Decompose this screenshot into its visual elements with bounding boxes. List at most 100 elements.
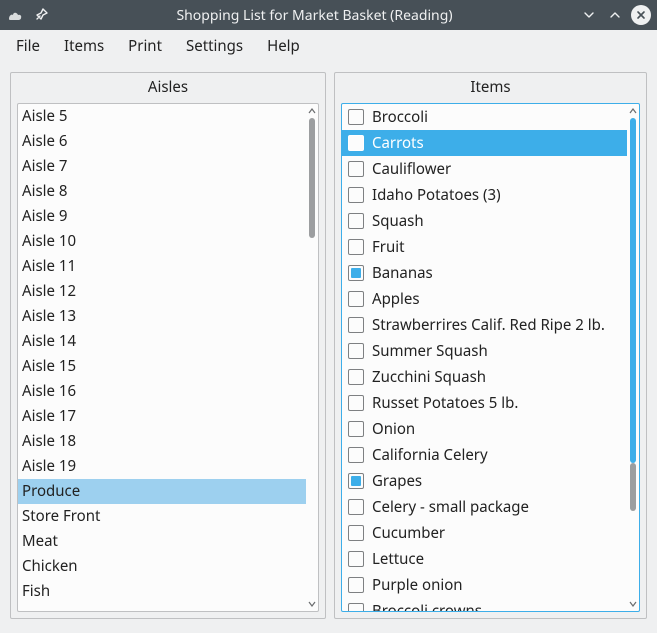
menubar: File Items Print Settings Help [0, 30, 657, 62]
scroll-up-icon[interactable] [627, 104, 639, 118]
item-checkbox[interactable] [348, 551, 364, 567]
item-row[interactable]: Bananas [342, 260, 627, 286]
item-checkbox[interactable] [348, 291, 364, 307]
item-checkbox[interactable] [348, 187, 364, 203]
item-row[interactable]: Summer Squash [342, 338, 627, 364]
window-controls [579, 5, 651, 25]
item-checkbox[interactable] [348, 109, 364, 125]
item-label: Fruit [372, 237, 405, 257]
aisle-row[interactable]: Aisle 9 [18, 204, 306, 229]
aisle-row[interactable]: Produce [18, 479, 306, 504]
minimize-button[interactable] [579, 5, 599, 25]
aisle-row[interactable]: Aisle 11 [18, 254, 306, 279]
aisle-label: Aisle 11 [22, 256, 76, 276]
window-title: Shopping List for Market Basket (Reading… [50, 6, 579, 25]
item-row[interactable]: Cauliflower [342, 156, 627, 182]
item-checkbox[interactable] [348, 421, 364, 437]
aisle-label: Aisle 18 [22, 431, 76, 451]
aisle-row[interactable]: Aisle 8 [18, 179, 306, 204]
scroll-track[interactable] [630, 118, 636, 597]
aisle-label: Aisle 19 [22, 456, 76, 476]
items-list[interactable]: BroccoliCarrotsCauliflower Idaho Potatoes… [342, 104, 627, 611]
item-checkbox[interactable] [348, 525, 364, 541]
pin-icon[interactable] [32, 6, 50, 24]
item-checkbox[interactable] [348, 395, 364, 411]
item-label: Idaho Potatoes (3) [372, 185, 501, 205]
item-row[interactable]: Lettuce [342, 546, 627, 572]
item-row[interactable]: Russet Potatoes 5 lb. [342, 390, 627, 416]
item-checkbox[interactable] [348, 369, 364, 385]
aisle-row[interactable]: Aisle 19 [18, 454, 306, 479]
item-checkbox[interactable] [348, 577, 364, 593]
aisle-row[interactable]: Aisle 15 [18, 354, 306, 379]
aisle-row[interactable]: Aisle 16 [18, 379, 306, 404]
aisle-label: Aisle 12 [22, 281, 76, 301]
item-checkbox[interactable] [348, 447, 364, 463]
item-row[interactable]: Purple onion [342, 572, 627, 598]
item-row[interactable]: Strawberrires Calif. Red Ripe 2 lb. [342, 312, 627, 338]
item-checkbox[interactable] [348, 135, 364, 151]
close-button[interactable] [631, 5, 651, 25]
item-checkbox[interactable] [348, 317, 364, 333]
aisle-row[interactable]: Aisle 13 [18, 304, 306, 329]
menu-items[interactable]: Items [52, 31, 116, 61]
menu-help[interactable]: Help [255, 31, 312, 61]
aisle-row[interactable]: Aisle 12 [18, 279, 306, 304]
item-checkbox[interactable] [348, 603, 364, 611]
item-row[interactable]: California Celery [342, 442, 627, 468]
main-content: Aisles Aisle 5Aisle 6Aisle 7Aisle 8Aisle… [0, 62, 657, 633]
items-scrollbar[interactable] [627, 104, 639, 611]
item-checkbox[interactable] [348, 265, 364, 281]
menu-file[interactable]: File [4, 31, 52, 61]
menu-print[interactable]: Print [116, 31, 174, 61]
items-panel: Items BroccoliCarrotsCauliflowerIdaho Po… [334, 72, 647, 619]
scroll-up-icon[interactable] [306, 104, 318, 118]
item-row[interactable]: Cucumber [342, 520, 627, 546]
aisle-row[interactable]: Aisle 10 [18, 229, 306, 254]
item-row[interactable]: Apples [342, 286, 627, 312]
aisle-label: Aisle 17 [22, 406, 76, 426]
item-checkbox[interactable] [348, 343, 364, 359]
aisle-row[interactable]: Aisle 6 [18, 129, 306, 154]
aisle-row[interactable]: Meat [18, 529, 306, 554]
item-row[interactable]: Squash [342, 208, 627, 234]
item-label: Russet Potatoes 5 lb. [372, 393, 518, 413]
scroll-thumb[interactable] [630, 118, 636, 463]
scroll-thumb-secondary[interactable] [630, 463, 636, 511]
item-checkbox[interactable] [348, 473, 364, 489]
item-checkbox[interactable] [348, 499, 364, 515]
aisle-row[interactable]: Aisle 18 [18, 429, 306, 454]
item-row[interactable]: Carrots [342, 130, 627, 156]
scroll-track[interactable] [309, 118, 315, 597]
maximize-button[interactable] [605, 5, 625, 25]
item-checkbox[interactable] [348, 239, 364, 255]
aisles-header: Aisles [11, 73, 325, 103]
aisles-scrollbar[interactable] [306, 104, 318, 611]
scroll-down-icon[interactable] [306, 597, 318, 611]
item-label: Zucchini Squash [372, 367, 486, 387]
aisles-list[interactable]: Aisle 5Aisle 6Aisle 7Aisle 8Aisle 9Aisle… [18, 104, 306, 611]
item-row[interactable]: Zucchini Squash [342, 364, 627, 390]
aisle-row[interactable]: Aisle 17 [18, 404, 306, 429]
item-row[interactable]: Onion [342, 416, 627, 442]
aisle-row[interactable]: Store Front [18, 504, 306, 529]
item-row[interactable]: Idaho Potatoes (3) [342, 182, 627, 208]
item-checkbox[interactable] [348, 213, 364, 229]
scroll-down-icon[interactable] [627, 597, 639, 611]
item-checkbox[interactable] [348, 161, 364, 177]
menu-settings[interactable]: Settings [174, 31, 255, 61]
aisle-row[interactable]: Aisle 7 [18, 154, 306, 179]
item-row[interactable]: Broccoli [342, 104, 627, 130]
aisle-row[interactable]: Fish [18, 579, 306, 604]
aisle-row[interactable]: Aisle 14 [18, 329, 306, 354]
aisle-row[interactable]: Aisle 5 [18, 104, 306, 129]
item-row[interactable]: Broccoli crowns [342, 598, 627, 611]
scroll-thumb[interactable] [309, 118, 315, 238]
item-row[interactable]: Fruit [342, 234, 627, 260]
item-row[interactable]: Grapes [342, 468, 627, 494]
aisle-label: Produce [22, 481, 80, 501]
aisle-label: Aisle 15 [22, 356, 76, 376]
item-row[interactable]: Celery - small package [342, 494, 627, 520]
aisle-row[interactable]: Chicken [18, 554, 306, 579]
item-label: Lettuce [372, 549, 424, 569]
